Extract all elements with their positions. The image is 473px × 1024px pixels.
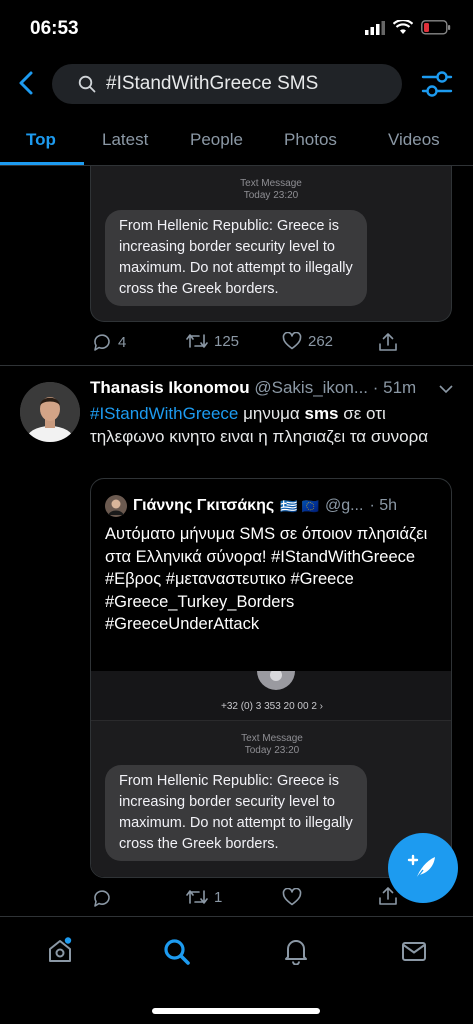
signal-icon xyxy=(365,20,385,35)
sms-header: +32 (0) 3 353 20 00 2 › xyxy=(91,671,451,721)
nav-search[interactable] xyxy=(162,937,192,972)
search-query: #IStandWithGreece SMS xyxy=(106,73,319,94)
reply-count: 4 xyxy=(118,333,127,351)
nav-notifications[interactable] xyxy=(282,937,310,970)
quoted-time: · 5h xyxy=(369,497,398,514)
retweet-count: 1 xyxy=(214,888,223,906)
tweet-text-bold: sms xyxy=(304,404,339,423)
nav-messages[interactable] xyxy=(400,937,428,970)
tweet-header: Thanasis Ikonomou @Sakis_ikon... · 51m xyxy=(90,378,416,398)
tweet-text: #IStandWithGreece μηνυμα sms σε οτι τηλε… xyxy=(90,402,450,448)
messages-icon xyxy=(402,942,426,961)
like-icon xyxy=(282,888,302,906)
tab-top[interactable]: Top xyxy=(26,130,56,150)
nav-home[interactable] xyxy=(46,937,74,970)
quoted-header: Γιάννης Γκιτσάκης 🇬🇷 🇪🇺 @g... · 5h xyxy=(105,495,397,517)
quoted-flags: 🇬🇷 🇪🇺 xyxy=(280,497,319,514)
reply-icon xyxy=(94,334,110,351)
tab-latest[interactable]: Latest xyxy=(102,130,148,150)
search-tabs: Top Latest People Photos Videos xyxy=(0,120,473,166)
quoted-author-name: Γιάννης Γκιτσάκης xyxy=(133,497,275,514)
active-tab-indicator xyxy=(0,162,84,165)
tab-videos[interactable]: Videos xyxy=(388,130,440,150)
tweet-time: · 51m xyxy=(372,378,417,397)
tab-photos[interactable]: Photos xyxy=(284,130,337,150)
sms-timestamp: Today 23:20 xyxy=(243,190,299,201)
filter-icon xyxy=(421,71,453,97)
back-arrow-icon xyxy=(19,71,33,95)
share-button[interactable] xyxy=(378,332,398,352)
sms-phone: +32 (0) 3 353 20 00 2 › xyxy=(220,701,324,712)
status-time: 06:53 xyxy=(30,18,79,39)
status-icons xyxy=(365,20,451,35)
sms-timestamp: Today 23:20 xyxy=(244,745,300,756)
prev-tweet-image[interactable]: Text Message Today 23:20 From Hellenic R… xyxy=(90,166,452,322)
chevron-down-icon xyxy=(439,385,453,394)
wifi-icon xyxy=(393,20,413,34)
quoted-tweet[interactable]: Γιάννης Γκιτσάκης 🇬🇷 🇪🇺 @g... · 5h Αυτόμ… xyxy=(90,478,452,878)
like-button[interactable] xyxy=(282,888,308,906)
contact-avatar-icon xyxy=(257,671,295,690)
retweet-icon xyxy=(186,890,208,904)
reply-button[interactable] xyxy=(92,888,118,908)
compose-button[interactable] xyxy=(388,833,458,903)
quoted-avatar xyxy=(105,495,127,517)
tweet-text-part: μηνυμα xyxy=(238,404,305,423)
tweet-menu-button[interactable] xyxy=(438,382,454,400)
notifications-icon xyxy=(285,940,307,966)
sms-label: Text Message xyxy=(241,733,303,744)
like-button[interactable]: 262 xyxy=(282,332,333,350)
like-count: 262 xyxy=(308,332,334,350)
retweet-icon xyxy=(186,334,208,348)
retweet-button[interactable]: 125 xyxy=(186,332,239,350)
avatar-photo xyxy=(20,382,80,442)
sms-bubble: From Hellenic Republic: Greece is increa… xyxy=(105,210,367,306)
search-filter-button[interactable] xyxy=(420,68,454,100)
avatar[interactable] xyxy=(20,382,80,442)
home-indicator xyxy=(152,1008,320,1014)
home-icon xyxy=(49,937,72,962)
sms-phone-number: +32 (0) 3 353 20 00 2 xyxy=(220,701,317,712)
author-handle[interactable]: @Sakis_ikon... xyxy=(254,378,368,397)
quoted-text: Αυτόματο μήνυμα SMS σε όποιον πλησιάζει … xyxy=(105,525,428,633)
like-icon xyxy=(282,332,302,350)
author-name[interactable]: Thanasis Ikonomou xyxy=(90,378,250,397)
compose-icon xyxy=(407,854,435,880)
retweet-button[interactable]: 1 xyxy=(186,888,222,906)
sms-bubble: From Hellenic Republic: Greece is increa… xyxy=(105,765,367,861)
search-input[interactable]: #IStandWithGreece SMS xyxy=(52,64,402,104)
tab-people[interactable]: People xyxy=(190,130,243,150)
battery-icon xyxy=(421,20,451,35)
quoted-author-handle: @g... xyxy=(324,497,364,514)
reply-button[interactable]: 4 xyxy=(92,332,126,352)
sms-label: Text Message xyxy=(240,178,302,189)
retweet-count: 125 xyxy=(214,332,240,350)
search-icon xyxy=(164,939,190,965)
reply-icon xyxy=(94,890,110,907)
search-icon xyxy=(78,75,96,93)
tweet-divider xyxy=(0,365,473,366)
share-icon xyxy=(379,333,397,351)
hashtag-link[interactable]: #IStandWithGreece xyxy=(90,404,238,423)
back-button[interactable] xyxy=(14,68,38,98)
